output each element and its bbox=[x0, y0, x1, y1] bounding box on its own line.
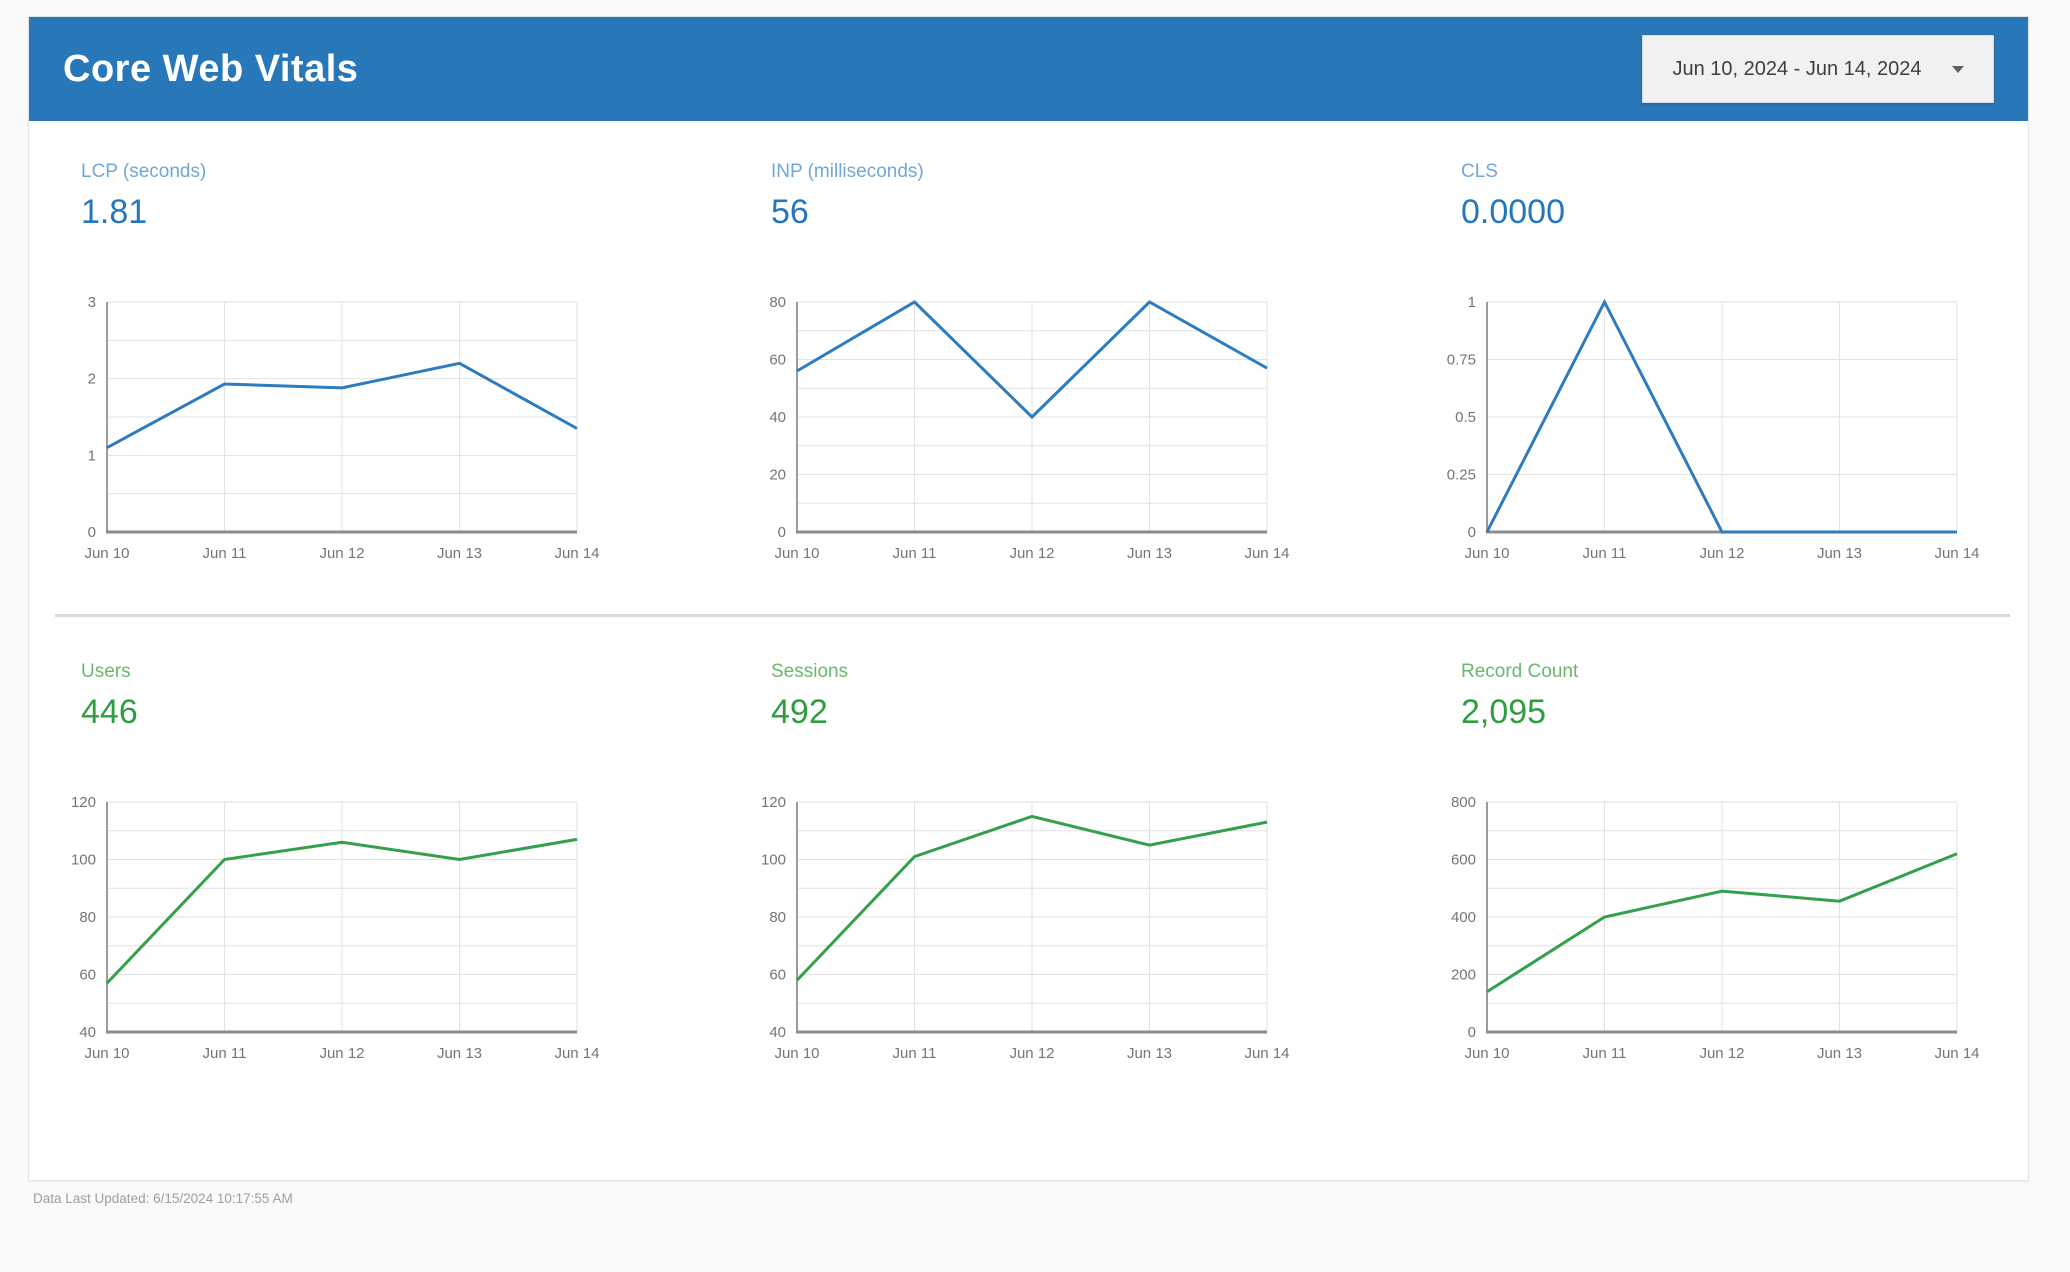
scorecard-users: Users 446 40 60 80 100 120 Jun 10 Jun 11 Jun 12… bbox=[59, 661, 749, 1068]
page-title: Core Web Vitals bbox=[63, 47, 359, 90]
metric-value: 446 bbox=[81, 693, 138, 731]
svg-text:40: 40 bbox=[769, 1024, 786, 1041]
metric-value: 1.81 bbox=[81, 193, 148, 231]
line-chart-record-count: 0 200 400 600 800 Jun 10 Jun 11 Jun 12 Jun 13 Jun… bbox=[1439, 794, 2028, 1068]
metric-label: INP (milliseconds) bbox=[771, 161, 924, 182]
svg-text:Jun 14: Jun 14 bbox=[554, 545, 599, 562]
svg-text:Jun 12: Jun 12 bbox=[319, 1045, 364, 1062]
svg-text:Jun 12: Jun 12 bbox=[1009, 1045, 1054, 1062]
svg-text:Jun 11: Jun 11 bbox=[1583, 545, 1627, 562]
svg-text:2: 2 bbox=[88, 371, 96, 388]
scorecard-sessions: Sessions 492 40 60 80 100 120 Jun 10 Jun 11 Jun… bbox=[749, 661, 1439, 1068]
svg-text:120: 120 bbox=[71, 794, 96, 811]
svg-text:Jun 13: Jun 13 bbox=[1817, 1045, 1862, 1062]
svg-text:80: 80 bbox=[79, 909, 96, 926]
svg-text:Jun 14: Jun 14 bbox=[1244, 545, 1289, 562]
svg-text:1: 1 bbox=[88, 447, 96, 464]
svg-text:120: 120 bbox=[761, 794, 786, 811]
scorecard-lcp: LCP (seconds) 1.81 0 1 2 3 Jun 10 Jun 11 Jun 1… bbox=[59, 161, 749, 568]
svg-text:0.25: 0.25 bbox=[1447, 467, 1476, 484]
svg-text:Jun 13: Jun 13 bbox=[1127, 1045, 1172, 1062]
dropdown-arrow-icon bbox=[1951, 65, 1964, 73]
line-chart-users: 40 60 80 100 120 Jun 10 Jun 11 Jun 12 Jun 13 Jun … bbox=[59, 794, 749, 1068]
svg-text:Jun 10: Jun 10 bbox=[1464, 1045, 1509, 1062]
metric-label: CLS bbox=[1461, 161, 1498, 182]
svg-text:0: 0 bbox=[1468, 524, 1476, 541]
svg-text:3: 3 bbox=[88, 294, 96, 311]
svg-text:Jun 12: Jun 12 bbox=[1009, 545, 1054, 562]
svg-text:Jun 12: Jun 12 bbox=[1699, 545, 1744, 562]
svg-text:800: 800 bbox=[1451, 794, 1476, 811]
svg-text:Jun 11: Jun 11 bbox=[203, 545, 247, 562]
svg-text:Jun 13: Jun 13 bbox=[1127, 545, 1172, 562]
traffic-row: Users 446 40 60 80 100 120 Jun 10 Jun 11 Jun 12… bbox=[29, 617, 2028, 1180]
svg-text:100: 100 bbox=[71, 852, 96, 869]
svg-text:Jun 10: Jun 10 bbox=[774, 1045, 819, 1062]
svg-text:1: 1 bbox=[1468, 294, 1476, 311]
metric-value: 2,095 bbox=[1461, 693, 1547, 731]
svg-text:Jun 14: Jun 14 bbox=[1244, 1045, 1289, 1062]
svg-text:Jun 11: Jun 11 bbox=[893, 1045, 937, 1062]
svg-text:0: 0 bbox=[88, 524, 96, 541]
svg-text:Jun 10: Jun 10 bbox=[84, 1045, 129, 1062]
line-chart-cls: 0 0.25 0.5 0.75 1 Jun 10 Jun 11 Jun 12 Jun 13 Jun… bbox=[1439, 294, 2028, 568]
svg-text:Jun 13: Jun 13 bbox=[437, 1045, 482, 1062]
svg-text:Jun 13: Jun 13 bbox=[437, 545, 482, 562]
svg-text:80: 80 bbox=[769, 909, 786, 926]
last-updated-text: Data Last Updated: 6/15/2024 10:17:55 AM bbox=[33, 1191, 293, 1206]
svg-text:Jun 10: Jun 10 bbox=[84, 545, 129, 562]
svg-text:Jun 10: Jun 10 bbox=[1464, 545, 1509, 562]
svg-text:20: 20 bbox=[769, 467, 786, 484]
date-range-label: Jun 10, 2024 - Jun 14, 2024 bbox=[1672, 57, 1922, 80]
date-range-selector[interactable]: Jun 10, 2024 - Jun 14, 2024 bbox=[1642, 35, 1994, 103]
scorecard-inp: INP (milliseconds) 56 0 20 40 60 80 Jun 10 Jun… bbox=[749, 161, 1439, 568]
svg-text:Jun 11: Jun 11 bbox=[893, 545, 937, 562]
line-chart-lcp: 0 1 2 3 Jun 10 Jun 11 Jun 12 Jun 13 Jun 14 bbox=[59, 294, 749, 568]
svg-text:Jun 14: Jun 14 bbox=[554, 1045, 599, 1062]
svg-text:Jun 10: Jun 10 bbox=[774, 545, 819, 562]
svg-text:80: 80 bbox=[769, 294, 786, 311]
svg-text:200: 200 bbox=[1451, 967, 1476, 984]
svg-text:Jun 11: Jun 11 bbox=[1583, 1045, 1627, 1062]
svg-text:Jun 12: Jun 12 bbox=[319, 545, 364, 562]
svg-text:Jun 13: Jun 13 bbox=[1817, 545, 1862, 562]
scorecard-cls: CLS 0.0000 0 0.25 0.5 0.75 1 Jun 10 Jun 11 Jun … bbox=[1439, 161, 2028, 568]
svg-text:0: 0 bbox=[1468, 1024, 1476, 1041]
dashboard-card: Core Web Vitals Jun 10, 2024 - Jun 14, 2… bbox=[28, 16, 2029, 1181]
metric-label: Record Count bbox=[1461, 661, 1579, 682]
scorecard-record-count: Record Count 2,095 0 200 400 600 800 Jun 10 Ju… bbox=[1439, 661, 2028, 1068]
metric-value: 56 bbox=[771, 193, 809, 231]
svg-text:Jun 14: Jun 14 bbox=[1934, 1045, 1979, 1062]
metric-label: Sessions bbox=[771, 661, 849, 682]
vitals-row: LCP (seconds) 1.81 0 1 2 3 Jun 10 Jun 11 Jun 1… bbox=[29, 121, 2028, 614]
dashboard-header: Core Web Vitals Jun 10, 2024 - Jun 14, 2… bbox=[29, 17, 2028, 121]
svg-text:0: 0 bbox=[778, 524, 786, 541]
svg-text:60: 60 bbox=[79, 967, 96, 984]
metric-value: 0.0000 bbox=[1461, 193, 1565, 231]
line-chart-inp: 0 20 40 60 80 Jun 10 Jun 11 Jun 12 Jun 13 Jun 14 bbox=[749, 294, 1439, 568]
svg-text:Jun 14: Jun 14 bbox=[1934, 545, 1979, 562]
svg-text:60: 60 bbox=[769, 352, 786, 369]
metric-label: Users bbox=[81, 661, 131, 682]
svg-text:40: 40 bbox=[79, 1024, 96, 1041]
svg-text:60: 60 bbox=[769, 967, 786, 984]
metric-value: 492 bbox=[771, 693, 828, 731]
svg-text:Jun 11: Jun 11 bbox=[203, 1045, 247, 1062]
line-chart-sessions: 40 60 80 100 120 Jun 10 Jun 11 Jun 12 Jun 13 Jun … bbox=[749, 794, 1439, 1068]
svg-text:400: 400 bbox=[1451, 909, 1476, 926]
metric-label: LCP (seconds) bbox=[81, 161, 207, 182]
svg-text:Jun 12: Jun 12 bbox=[1699, 1045, 1744, 1062]
svg-text:40: 40 bbox=[769, 409, 786, 426]
svg-text:0.5: 0.5 bbox=[1455, 409, 1476, 426]
svg-text:0.75: 0.75 bbox=[1447, 352, 1476, 369]
svg-text:600: 600 bbox=[1451, 852, 1476, 869]
svg-text:100: 100 bbox=[761, 852, 786, 869]
